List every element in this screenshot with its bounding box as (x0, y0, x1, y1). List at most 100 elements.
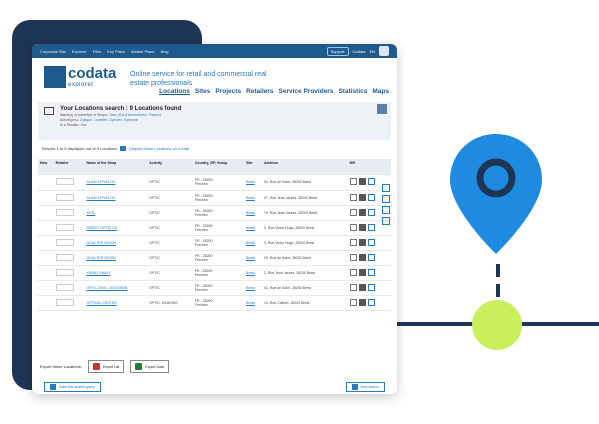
site-link[interactable]: Bresil (244, 235, 262, 251)
site-link[interactable]: Bresil (244, 175, 262, 191)
tool-icon[interactable] (382, 195, 390, 203)
table-row[interactable]: KRANY SHALY OPTIC FR - 28200 Frechen Bresil 2… (38, 265, 391, 281)
shop-name-link[interactable]: OPTIC 2000 - DISCOBEN (84, 280, 148, 296)
row-actions[interactable] (347, 295, 391, 311)
photo-icon (358, 238, 366, 246)
person-icon (367, 193, 375, 201)
address-cell: 03, Rue de Saint, 28200 Brest (261, 250, 342, 266)
map-icon (349, 238, 357, 246)
tool-icon[interactable] (382, 184, 390, 192)
nav-maps[interactable]: Maps (372, 88, 389, 95)
site-link[interactable]: Bresil (244, 250, 262, 266)
shop-name-link[interactable]: KRANY SHALY (84, 265, 148, 281)
search-title: Your Locations search : 9 Locations foun… (60, 106, 182, 112)
person-icon (367, 268, 375, 276)
col-shop-name[interactable]: Name of the Shop (84, 159, 148, 175)
nav-projects[interactable]: Projects (215, 88, 241, 95)
table-row[interactable]: DIRECT OPTIC CE OPTIC FR - 28200 Frechen Bre… (38, 220, 391, 236)
activity-cell: OPTIC (147, 280, 193, 296)
site-link[interactable]: Bresil (244, 190, 262, 206)
export-list-button[interactable]: Export List (87, 360, 125, 373)
shop-name-link[interactable]: ALAIN AFFLELOU (84, 190, 148, 206)
nav-retailers[interactable]: Retailers (246, 88, 273, 95)
search-icon (351, 384, 358, 390)
retailer-logo[interactable] (53, 220, 85, 236)
retailer-logo[interactable] (53, 295, 85, 311)
retailer-logo[interactable] (53, 280, 85, 296)
topnav-marketplace[interactable]: Market Place (131, 49, 154, 54)
col-site[interactable]: Site (244, 159, 262, 175)
col-activity[interactable]: Activity (147, 159, 193, 175)
top-bar: Corporate Site Explorer Files Key Plans … (32, 44, 397, 58)
row-actions[interactable] (347, 265, 391, 281)
nav-service-providers[interactable]: Service Providers (279, 88, 334, 95)
new-flag (38, 295, 54, 311)
tool-icon[interactable] (382, 206, 390, 214)
table-row[interactable]: GOULTER VISION OPTIC FR - 28200 Frechen Bres… (38, 235, 391, 251)
display-on-map-link[interactable]: Display these Locations on a Map (129, 146, 189, 151)
address-cell: 14, Rue Colbert, 28200 Brest (261, 295, 342, 311)
shop-name-link[interactable]: GOULTER VISION (84, 235, 148, 251)
site-link[interactable]: Bresil (244, 295, 262, 311)
retailer-logo[interactable] (53, 235, 85, 251)
shop-name-link[interactable]: ALAIN AFFLELOU (84, 175, 148, 191)
retailer-logo[interactable] (53, 265, 85, 281)
topnav-blog[interactable]: Blog (161, 49, 169, 54)
photo-icon (358, 283, 366, 291)
new-search-button[interactable]: New search (345, 382, 385, 392)
shop-name-link[interactable]: GOULTER VISION (84, 250, 148, 266)
table-row[interactable]: GOULTER VISION OPTIC FR - 28200 Frechen Bres… (38, 250, 391, 266)
table-row[interactable]: OPTIC 2000 - DISCOBEN OPTIC FR - 28200 Frec… (38, 280, 391, 296)
col-retailer[interactable]: Retailer (53, 159, 85, 175)
col-mr[interactable]: MR (347, 159, 391, 175)
row-actions[interactable] (347, 250, 391, 266)
account-icon[interactable] (379, 46, 389, 56)
shop-name-link[interactable]: ATOL (84, 205, 148, 221)
table-row[interactable]: OPTICAL CENTER OPTIC, HEARING FR - 28200 Fr… (38, 295, 391, 311)
topnav-keyplans[interactable]: Key Plans (107, 49, 125, 54)
row-actions[interactable] (347, 235, 391, 251)
topnav-corporate[interactable]: Corporate Site (40, 49, 66, 54)
map-icon[interactable] (120, 146, 127, 151)
col-new[interactable]: New (38, 159, 54, 175)
shop-name-link[interactable]: DIRECT OPTIC CE (84, 220, 148, 236)
retailer-logo[interactable] (53, 175, 85, 191)
retailer-logo[interactable] (53, 205, 85, 221)
topnav-explorer[interactable]: Explorer (72, 49, 87, 54)
site-link[interactable]: Bresil (244, 205, 262, 221)
search-summary-panel: Your Locations search : 9 Locations foun… (38, 102, 391, 140)
new-flag (38, 220, 54, 236)
tool-icon[interactable] (382, 217, 390, 225)
site-link[interactable]: Bresil (244, 265, 262, 281)
export-data-button[interactable]: Export Data (130, 360, 169, 373)
retailer-logo[interactable] (53, 250, 85, 266)
site-link[interactable]: Bresil (244, 280, 262, 296)
export-label: Export these Locations: (40, 364, 82, 369)
map-icon (349, 298, 357, 306)
collapse-button[interactable] (377, 104, 387, 114)
codata-logo[interactable]: codata explorer (44, 66, 116, 88)
table-row[interactable]: ALAIN AFFLELOU OPTIC FR - 28200 Frechen Bres… (38, 175, 391, 191)
col-address[interactable]: Address (261, 159, 342, 175)
retailer-logo[interactable] (53, 190, 85, 206)
table-row[interactable]: ATOL OPTIC FR - 28200 Frechen Bresil 70, Rue … (38, 205, 391, 221)
table-row[interactable]: ALAIN AFFLELOU OPTIC FR - 28200 Frechen Bres… (38, 190, 391, 206)
logo-name: codata (68, 65, 117, 82)
person-icon (367, 253, 375, 261)
col-country[interactable]: Country, ZIP, Group (192, 159, 245, 175)
photo-icon (358, 268, 366, 276)
support-button[interactable]: Support (326, 46, 349, 56)
nav-locations[interactable]: Locations (159, 88, 190, 95)
country-cell: FR - 28200 Frechen (192, 280, 245, 296)
topnav-files[interactable]: Files (93, 49, 101, 54)
row-actions[interactable] (347, 280, 391, 296)
user-menu[interactable]: Codata (353, 49, 366, 54)
nav-sites[interactable]: Sites (195, 88, 211, 95)
shop-name-link[interactable]: OPTICAL CENTER (84, 295, 148, 311)
language-selector[interactable]: EN (369, 49, 375, 54)
save-search-button[interactable]: Save this search query (44, 382, 101, 392)
site-link[interactable]: Bresil (244, 220, 262, 236)
country-cell: FR - 28200 Frechen (192, 295, 245, 311)
country-cell: FR - 28200 Frechen (192, 265, 245, 281)
nav-statistics[interactable]: Statistics (338, 88, 367, 95)
